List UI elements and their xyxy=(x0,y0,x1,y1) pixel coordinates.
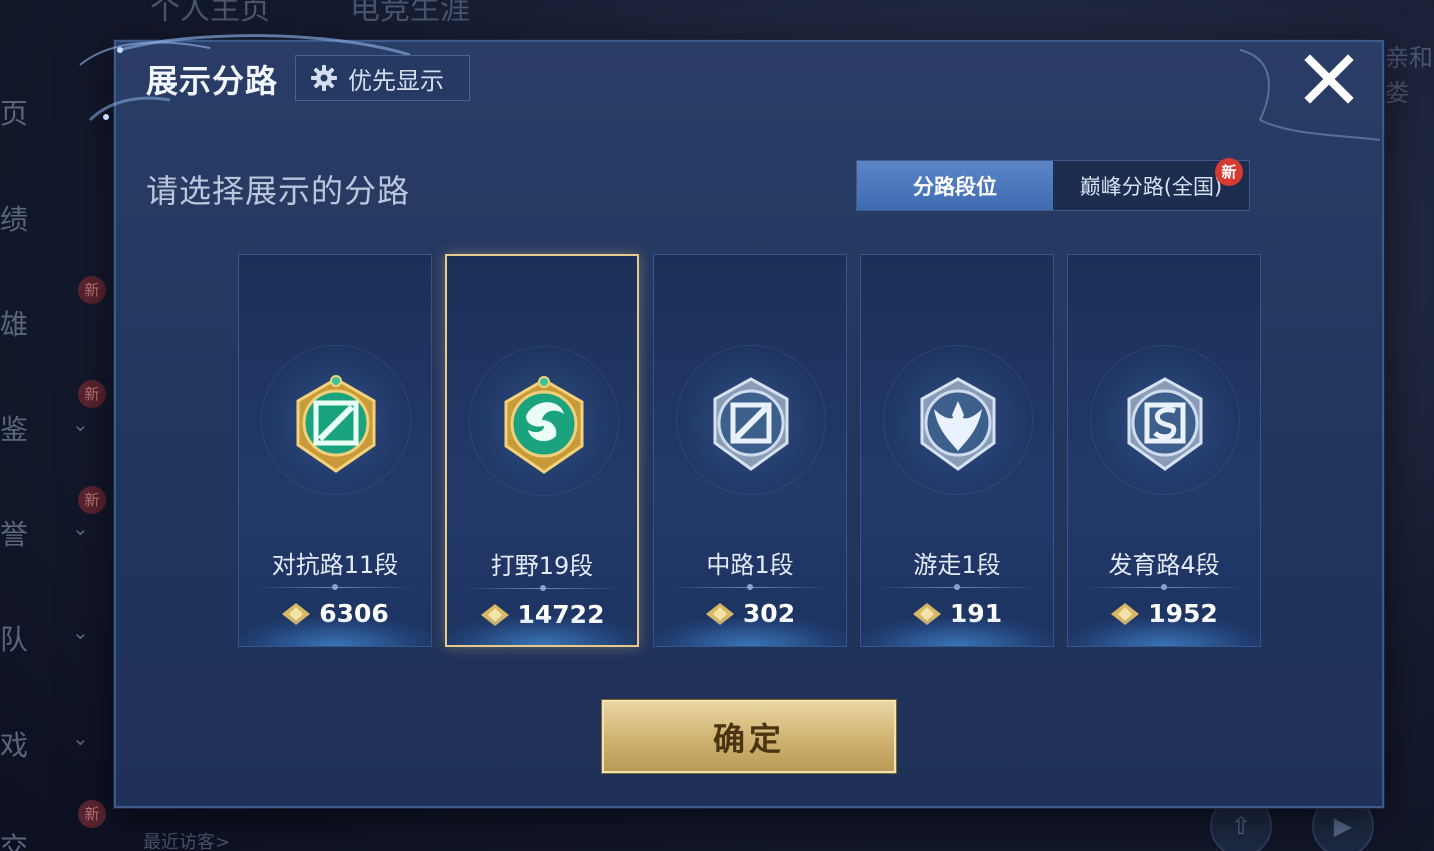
clash-lane-emblem-icon xyxy=(296,375,376,473)
card-glow xyxy=(861,618,1053,646)
bg-recent-visitors[interactable]: 最近访客> xyxy=(143,828,230,851)
lane-card-mid[interactable]: 中路1段 302 xyxy=(653,254,847,647)
bg-new-badge: 新 xyxy=(78,276,106,304)
bg-sidebar-item[interactable]: 戏 xyxy=(0,724,28,764)
lane-card-farm[interactable]: 发育路4段 1952 xyxy=(1067,254,1261,647)
background-top-tabs: 个人主页 电竞生涯 xyxy=(150,0,470,28)
priority-display-button[interactable]: 优先显示 xyxy=(295,55,470,101)
dialog-title: 展示分路 xyxy=(146,62,279,100)
bg-sidebar-item[interactable]: 页 xyxy=(0,92,28,132)
dialog-subtitle: 请选择展示的分路 xyxy=(146,172,411,210)
divider-dot xyxy=(954,584,960,590)
bg-new-badge: 新 xyxy=(78,486,106,514)
confirm-button-label: 确定 xyxy=(712,719,785,758)
lane-card-jungle[interactable]: 打野19段 14722 xyxy=(445,254,639,647)
bg-sidebar-item[interactable]: 鉴 xyxy=(0,408,28,448)
bg-new-badge: 新 xyxy=(78,800,106,828)
bg-tab-profile[interactable]: 个人主页 xyxy=(150,0,270,28)
close-icon[interactable] xyxy=(1300,50,1358,108)
background-sidebar: 页 绩 新 雄 新 鉴 ⌄ 新 誉 ⌄ 队 ⌄ 戏 ⌄ 新 交 xyxy=(0,0,115,851)
divider-dot xyxy=(747,584,753,590)
lane-rank-label: 对抗路11段 xyxy=(271,551,399,579)
lane-mode-tabs: 分路段位 巅峰分路(全国) 新 xyxy=(856,158,1250,211)
divider-dot xyxy=(1161,584,1167,590)
card-glow xyxy=(447,617,637,645)
new-badge: 新 xyxy=(1215,158,1243,186)
card-glow xyxy=(1068,618,1260,646)
chevron-down-icon: ⌄ xyxy=(72,516,89,540)
roam-emblem-icon xyxy=(920,377,996,471)
bg-right-label: 亲和娄 xyxy=(1385,44,1433,107)
bg-sidebar-item[interactable]: 交 xyxy=(0,826,28,851)
tab-lane-rank-label: 分路段位 xyxy=(913,174,997,199)
lane-rank-label: 游走1段 xyxy=(913,551,1001,579)
gear-icon xyxy=(311,65,337,91)
jungle-dragon-emblem-icon xyxy=(504,376,584,474)
tab-peak-lane[interactable]: 巅峰分路(全国) 新 xyxy=(1053,158,1249,210)
lane-rank-label: 中路1段 xyxy=(706,551,794,579)
bg-sidebar-item[interactable]: 雄 xyxy=(0,303,28,343)
farm-lane-emblem-icon xyxy=(1127,377,1203,471)
bg-tab-career[interactable]: 电竞生涯 xyxy=(350,0,470,28)
divider-dot xyxy=(332,584,338,590)
chevron-down-icon: ⌄ xyxy=(72,620,89,644)
divider-dot xyxy=(540,585,546,591)
lane-card-clash[interactable]: 对抗路11段 6306 xyxy=(238,254,432,647)
tab-peak-lane-label: 巅峰分路(全国) xyxy=(1079,174,1223,199)
bg-sidebar-item[interactable]: 誉 xyxy=(0,513,28,553)
tab-lane-rank[interactable]: 分路段位 xyxy=(857,161,1053,210)
card-glow xyxy=(654,618,846,646)
chevron-down-icon: ⌄ xyxy=(72,726,89,750)
bg-sidebar-item[interactable]: 绩 xyxy=(0,198,28,238)
mid-lane-emblem-icon xyxy=(713,377,789,471)
lane-card-roam[interactable]: 游走1段 191 xyxy=(860,254,1054,647)
confirm-button[interactable]: 确定 xyxy=(602,700,896,773)
chevron-down-icon: ⌄ xyxy=(72,412,89,436)
lane-rank-label: 打野19段 xyxy=(490,552,594,580)
bg-new-badge: 新 xyxy=(78,380,106,408)
card-glow xyxy=(239,618,431,646)
bg-sidebar-item[interactable]: 队 xyxy=(0,618,28,658)
lane-rank-label: 发育路4段 xyxy=(1108,551,1220,579)
priority-display-label: 优先显示 xyxy=(348,66,444,95)
